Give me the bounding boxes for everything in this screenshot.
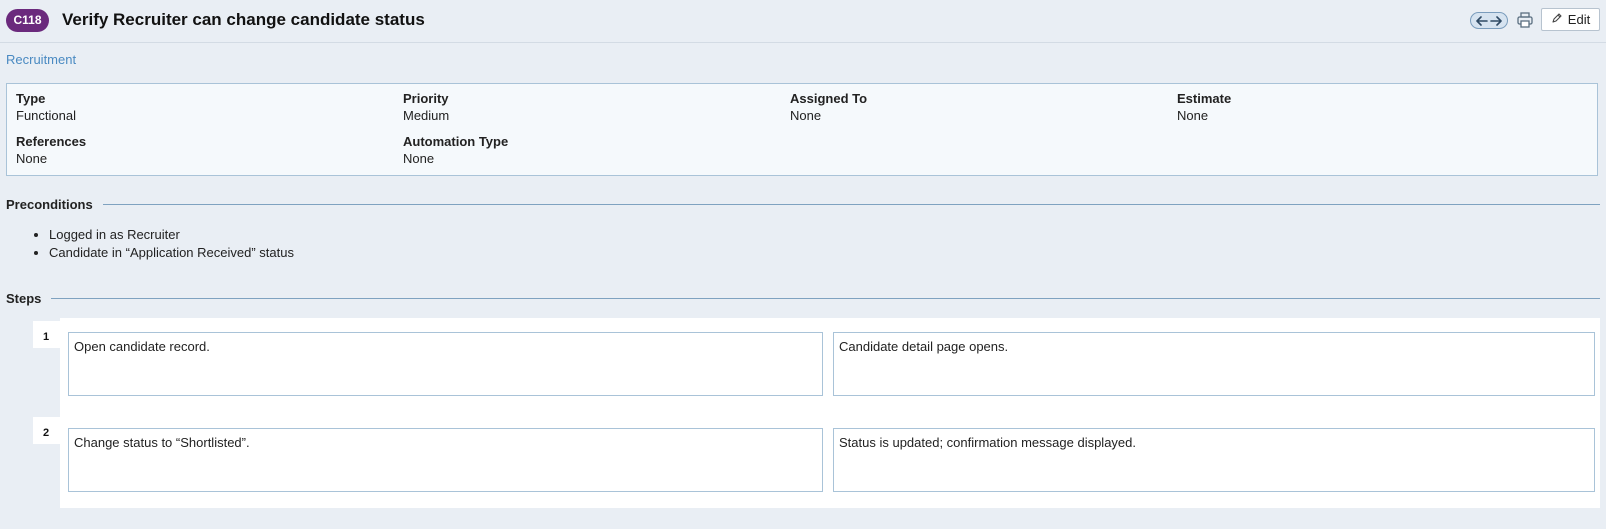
field-priority: Priority Medium bbox=[403, 91, 449, 123]
field-references: References None bbox=[16, 134, 86, 166]
nav-arrows bbox=[1470, 12, 1508, 29]
steps-section-header: Steps bbox=[6, 289, 1600, 307]
print-icon[interactable] bbox=[1516, 11, 1534, 29]
case-fields-panel: Type Functional Priority Medium Assigned… bbox=[6, 83, 1598, 176]
list-item: Logged in as Recruiter bbox=[49, 226, 294, 244]
field-value: None bbox=[16, 151, 48, 166]
step-number: 2 bbox=[33, 417, 60, 444]
pencil-icon bbox=[1551, 12, 1563, 27]
arrow-right-icon[interactable] bbox=[1490, 15, 1502, 26]
preconditions-section-header: Preconditions bbox=[6, 195, 1600, 213]
preconditions-heading: Preconditions bbox=[6, 196, 93, 212]
steps-heading: Steps bbox=[6, 290, 42, 306]
case-id-badge: C118 bbox=[6, 9, 49, 32]
field-value: Functional bbox=[16, 108, 76, 123]
section-divider bbox=[51, 297, 1600, 299]
field-label: Estimate bbox=[1177, 91, 1232, 106]
field-label: Assigned To bbox=[790, 91, 868, 106]
step-expected-result[interactable]: Candidate detail page opens. bbox=[833, 332, 1595, 396]
step-action[interactable]: Open candidate record. bbox=[68, 332, 823, 396]
arrow-left-icon[interactable] bbox=[1476, 15, 1488, 26]
edit-button[interactable]: Edit bbox=[1541, 8, 1600, 31]
field-assigned-to: Assigned To None bbox=[790, 91, 867, 123]
section-divider bbox=[102, 203, 1600, 205]
list-item: Candidate in “Application Received” stat… bbox=[49, 244, 294, 262]
field-automation-type: Automation Type None bbox=[403, 134, 508, 166]
field-estimate: Estimate None bbox=[1177, 91, 1231, 123]
step-number: 1 bbox=[33, 321, 60, 348]
step-expected-result[interactable]: Status is updated; confirmation message … bbox=[833, 428, 1595, 492]
field-label: Type bbox=[16, 91, 46, 106]
edit-label: Edit bbox=[1567, 12, 1591, 27]
field-value: Medium bbox=[403, 108, 450, 123]
field-value: None bbox=[790, 108, 822, 123]
page-header: C118 Verify Recruiter can change candida… bbox=[0, 0, 1606, 43]
field-type: Type Functional bbox=[16, 91, 76, 123]
step-action[interactable]: Change status to “Shortlisted”. bbox=[68, 428, 823, 492]
field-value: None bbox=[1177, 108, 1209, 123]
field-value: None bbox=[403, 151, 435, 166]
field-label: References bbox=[16, 134, 87, 149]
preconditions-list: Logged in as Recruiter Candidate in “App… bbox=[49, 226, 294, 262]
field-label: Automation Type bbox=[403, 134, 509, 149]
page-title: Verify Recruiter can change candidate st… bbox=[62, 10, 425, 29]
breadcrumb-recruitment[interactable]: Recruitment bbox=[6, 52, 76, 67]
field-label: Priority bbox=[403, 91, 449, 106]
